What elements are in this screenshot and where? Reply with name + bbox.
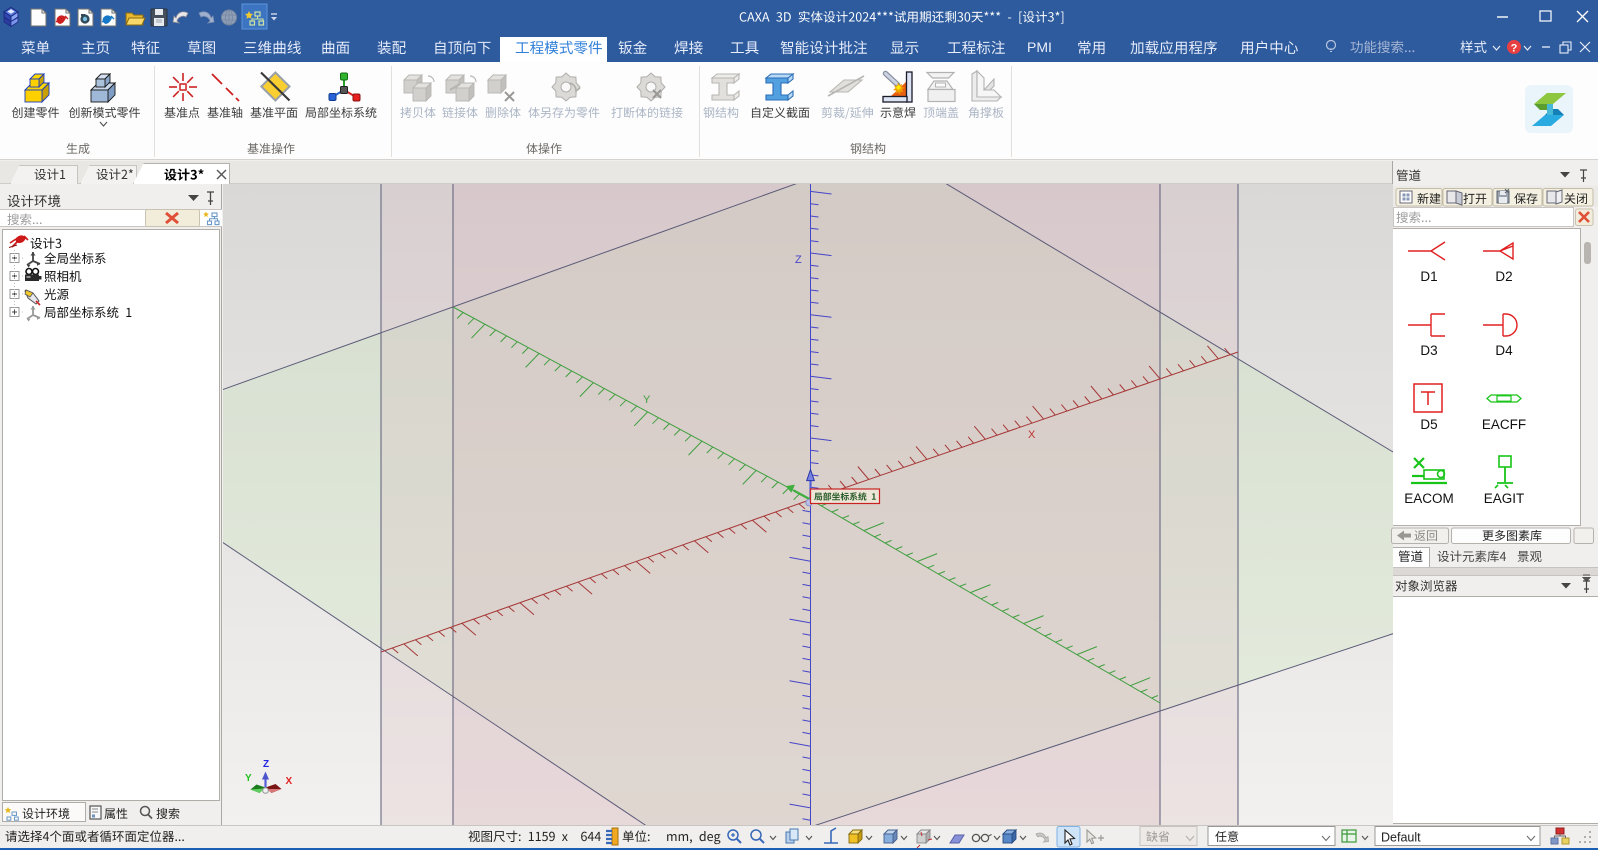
svg-text:EAGIT: EAGIT <box>1484 491 1525 506</box>
svg-text:PMI: PMI <box>1027 39 1052 55</box>
svg-text:D1: D1 <box>1420 269 1437 284</box>
svg-text:?: ? <box>1511 43 1518 55</box>
svg-text:Default: Default <box>1381 831 1421 845</box>
svg-text:D4: D4 <box>1495 343 1513 358</box>
svg-text:EACFF: EACFF <box>1482 417 1526 432</box>
svg-text:D5: D5 <box>1420 417 1437 432</box>
svg-text:EACOM: EACOM <box>1404 491 1454 506</box>
svg-text:D3: D3 <box>1420 343 1437 358</box>
svg-text:D2: D2 <box>1495 269 1512 284</box>
